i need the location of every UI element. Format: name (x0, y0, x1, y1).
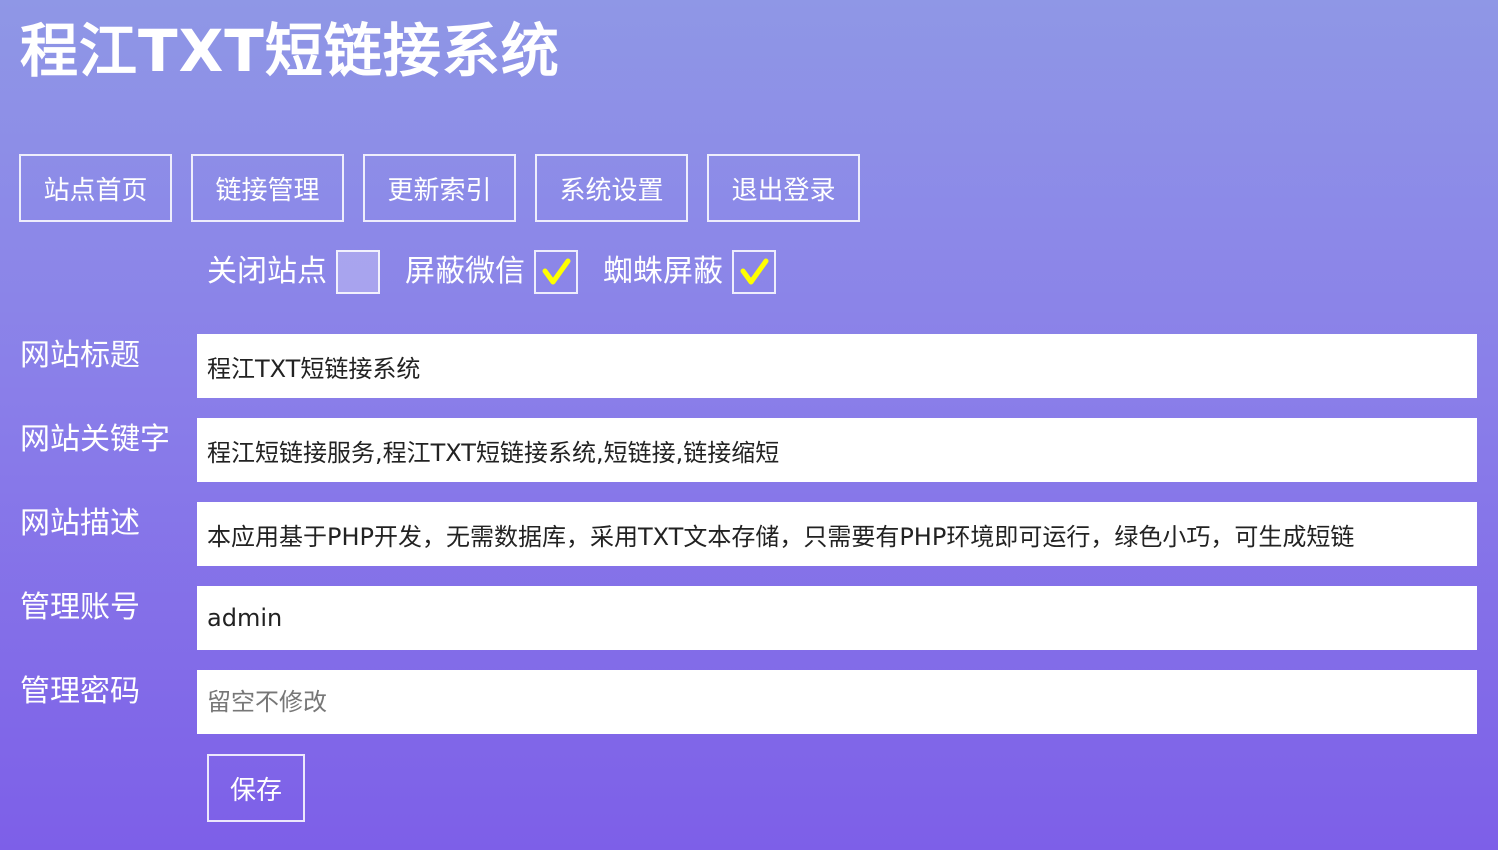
option-toggles: 关闭站点 屏蔽微信 蜘蛛屏蔽 (207, 250, 801, 294)
block-spiders-checkbox[interactable] (732, 250, 776, 294)
site-keywords-label: 网站关键字 (20, 422, 170, 457)
site-title-label: 网站标题 (20, 338, 140, 373)
block-wechat-checkbox[interactable] (534, 250, 578, 294)
toggle-block-spiders-label: 蜘蛛屏蔽 (603, 254, 723, 289)
toggle-block-spiders[interactable]: 蜘蛛屏蔽 (603, 250, 776, 294)
site-description-label: 网站描述 (20, 506, 140, 541)
save-button[interactable]: 保存 (207, 754, 305, 822)
checkmark-icon (542, 258, 571, 285)
top-nav: 站点首页 链接管理 更新索引 系统设置 退出登录 (19, 154, 860, 222)
checkmark-icon (740, 258, 769, 285)
close-site-checkbox[interactable] (336, 250, 380, 294)
page-title: 程江TXT短链接系统 (20, 17, 560, 85)
admin-account-input[interactable] (197, 586, 1477, 650)
form-row-site-title: 网站标题 (20, 334, 1478, 398)
nav-home-button[interactable]: 站点首页 (19, 154, 172, 222)
site-description-input[interactable] (197, 502, 1477, 566)
site-title-input[interactable] (197, 334, 1477, 398)
nav-links-button[interactable]: 链接管理 (191, 154, 344, 222)
form-row-site-keywords: 网站关键字 (20, 418, 1478, 482)
form-row-admin-password: 管理密码 (20, 670, 1478, 734)
admin-account-label: 管理账号 (20, 590, 140, 625)
nav-reindex-button[interactable]: 更新索引 (363, 154, 516, 222)
site-keywords-input[interactable] (197, 418, 1477, 482)
toggle-block-wechat[interactable]: 屏蔽微信 (405, 250, 578, 294)
admin-password-label: 管理密码 (20, 674, 140, 709)
toggle-close-site-label: 关闭站点 (207, 254, 327, 289)
admin-password-input[interactable] (197, 670, 1477, 734)
form-row-site-description: 网站描述 (20, 502, 1478, 566)
toggle-close-site[interactable]: 关闭站点 (207, 250, 380, 294)
form-row-admin-account: 管理账号 (20, 586, 1478, 650)
toggle-block-wechat-label: 屏蔽微信 (405, 254, 525, 289)
nav-settings-button[interactable]: 系统设置 (535, 154, 688, 222)
nav-logout-button[interactable]: 退出登录 (707, 154, 860, 222)
